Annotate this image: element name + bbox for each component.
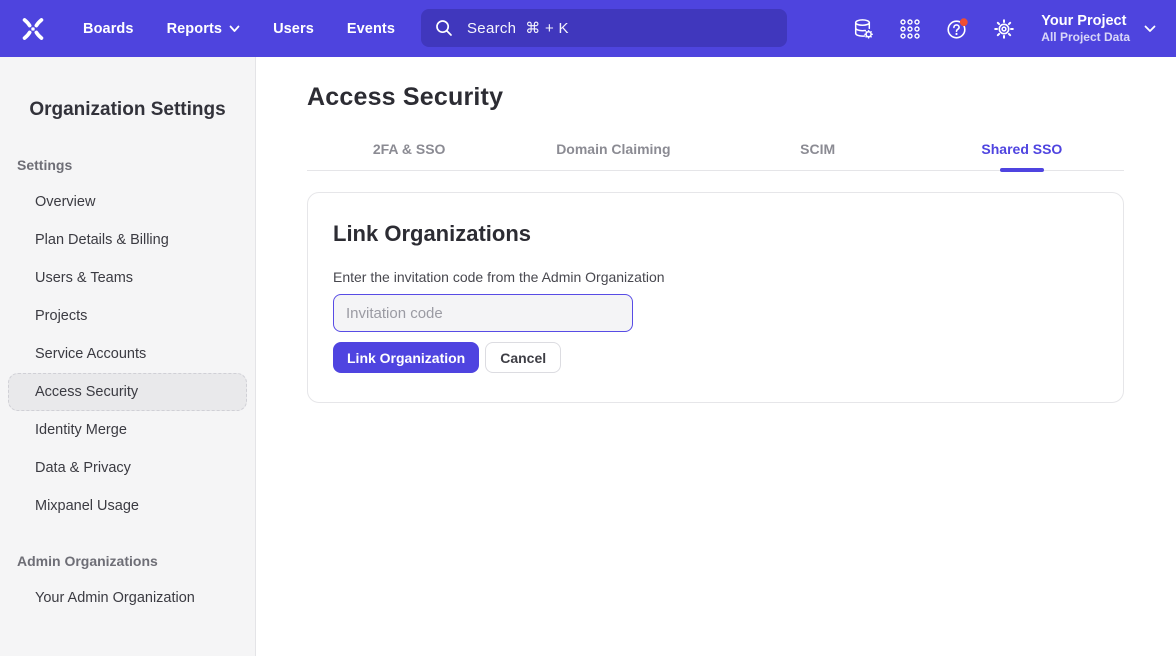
sidebar-item-users-teams[interactable]: Users & Teams — [8, 259, 247, 297]
sidebar-item-access-security[interactable]: Access Security — [8, 373, 247, 411]
sidebar-item-data-privacy[interactable]: Data & Privacy — [8, 449, 247, 487]
navbar-right: Your Project All Project Data — [851, 0, 1176, 57]
chevron-down-icon — [229, 25, 240, 33]
mixpanel-logo-icon[interactable] — [18, 16, 48, 42]
main-content: Access Security 2FA & SSO Domain Claimin… — [256, 57, 1176, 656]
search-input[interactable] — [465, 19, 774, 38]
invitation-code-input[interactable] — [333, 294, 633, 332]
tab-shared-sso[interactable]: Shared SSO — [920, 141, 1124, 170]
org-settings-sidebar: Organization Settings Settings Overview … — [0, 57, 256, 656]
tab-scim[interactable]: SCIM — [716, 141, 920, 170]
top-navbar: Boards Reports Users Events — [0, 0, 1176, 57]
global-search[interactable] — [421, 9, 787, 47]
sidebar-item-identity-merge[interactable]: Identity Merge — [8, 411, 247, 449]
invitation-code-label: Enter the invitation code from the Admin… — [333, 269, 1099, 285]
sidebar-item-mixpanel-usage[interactable]: Mixpanel Usage — [8, 487, 247, 525]
tab-2fa-sso[interactable]: 2FA & SSO — [307, 141, 511, 170]
link-organization-button[interactable]: Link Organization — [333, 342, 479, 373]
section-header-settings: Settings — [17, 157, 255, 173]
nav-item-label: Boards — [83, 21, 134, 37]
access-security-tabs: 2FA & SSO Domain Claiming SCIM Shared SS… — [307, 141, 1124, 171]
nav-item-label: Users — [273, 21, 314, 37]
nav-item-reports[interactable]: Reports — [167, 21, 241, 37]
data-pipeline-icon[interactable] — [851, 17, 875, 41]
project-name: Your Project — [1041, 12, 1130, 30]
sidebar-item-service-accounts[interactable]: Service Accounts — [8, 335, 247, 373]
notification-dot — [960, 18, 968, 26]
project-subtitle: All Project Data — [1041, 30, 1130, 45]
sidebar-title: Organization Settings — [0, 57, 255, 121]
apps-grid-icon[interactable] — [898, 17, 922, 41]
card-actions: Link Organization Cancel — [333, 342, 1099, 373]
cancel-button[interactable]: Cancel — [485, 342, 561, 373]
tab-domain-claiming[interactable]: Domain Claiming — [511, 141, 715, 170]
chevron-down-icon — [1144, 25, 1156, 33]
sidebar-item-projects[interactable]: Projects — [8, 297, 247, 335]
nav-item-label: Reports — [167, 21, 223, 37]
link-organizations-card: Link Organizations Enter the invitation … — [307, 192, 1124, 403]
card-title: Link Organizations — [333, 221, 1099, 247]
section-header-admin-organizations: Admin Organizations — [17, 553, 255, 569]
nav-item-events[interactable]: Events — [347, 21, 395, 37]
sidebar-item-plan-details-billing[interactable]: Plan Details & Billing — [8, 221, 247, 259]
nav-item-label: Events — [347, 21, 395, 37]
settings-gear-icon[interactable] — [992, 17, 1016, 41]
page-title: Access Security — [307, 83, 1124, 112]
nav-item-users[interactable]: Users — [273, 21, 314, 37]
help-icon[interactable] — [945, 17, 969, 41]
sidebar-item-your-admin-organization[interactable]: Your Admin Organization — [8, 579, 247, 617]
project-selector[interactable]: Your Project All Project Data — [1041, 12, 1156, 45]
search-icon — [434, 18, 454, 38]
primary-nav: Boards Reports Users Events — [83, 0, 395, 57]
nav-item-boards[interactable]: Boards — [83, 21, 134, 37]
sidebar-item-overview[interactable]: Overview — [8, 183, 247, 221]
